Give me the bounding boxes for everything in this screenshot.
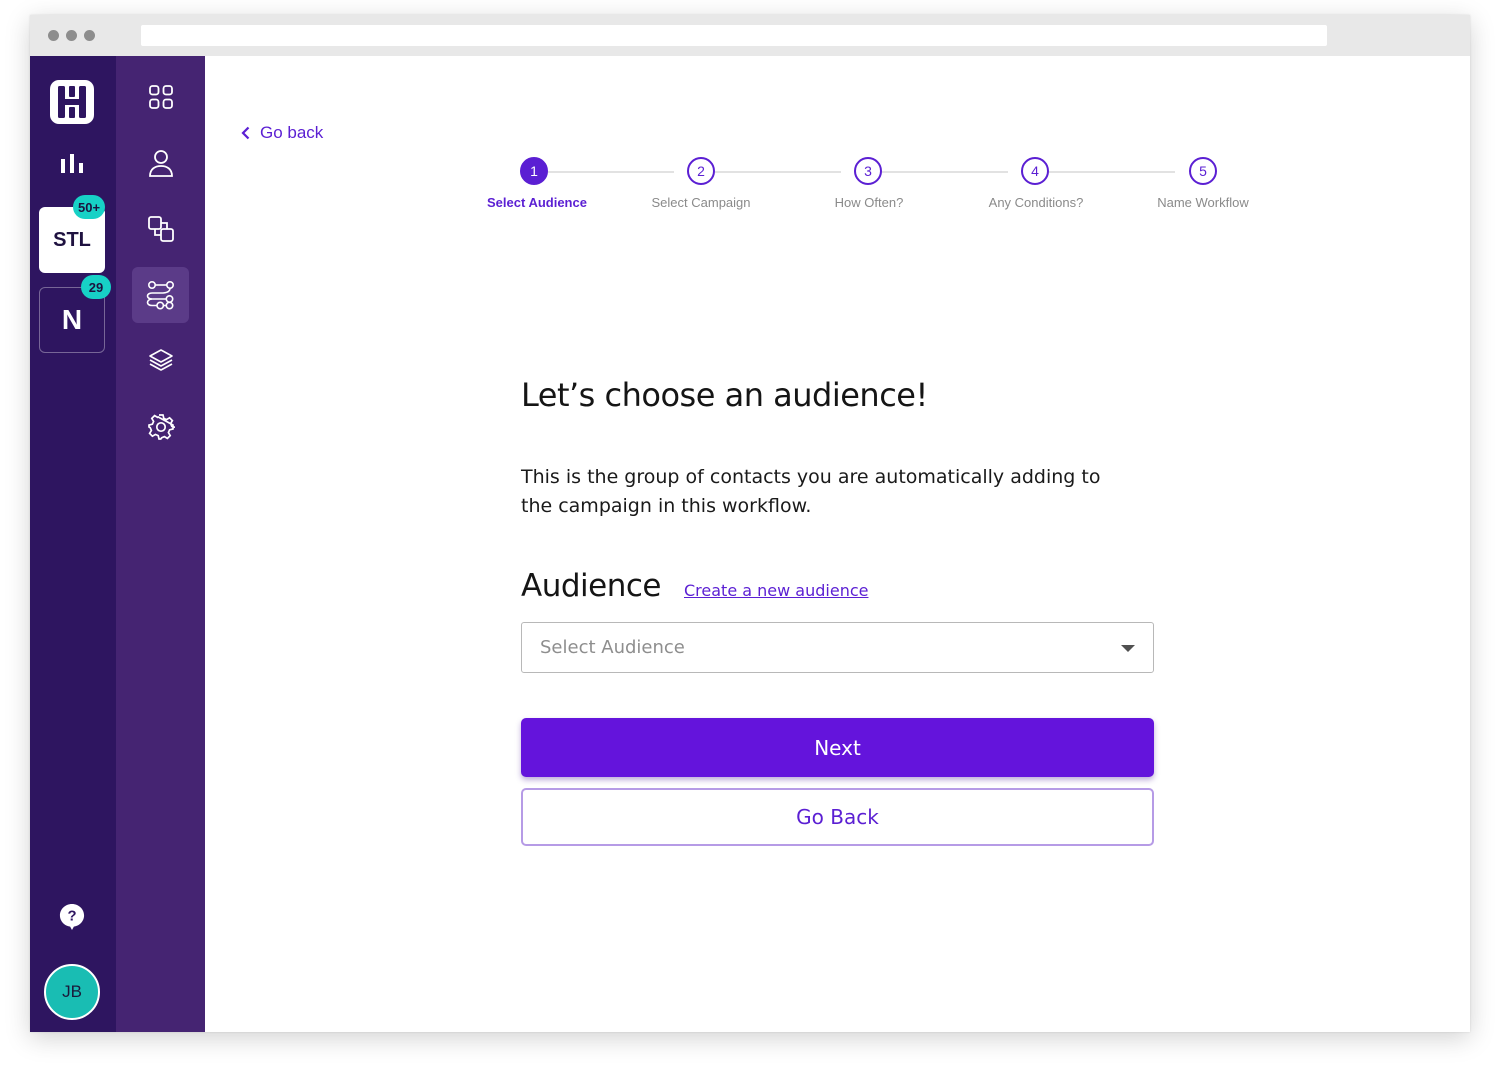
page-title: Let’s choose an audience! xyxy=(521,376,928,414)
layers-icon[interactable] xyxy=(132,333,189,389)
create-audience-link[interactable]: Create a new audience xyxy=(684,581,868,600)
step-2-label: Select Campaign xyxy=(651,195,751,210)
notification-badge: 50+ xyxy=(73,195,106,219)
secondary-nav xyxy=(116,56,205,1032)
step-2-circle[interactable]: 2 xyxy=(687,157,715,185)
step-3-label: How Often? xyxy=(834,195,904,210)
gear-icon[interactable] xyxy=(132,399,189,455)
address-bar[interactable] xyxy=(141,25,1327,46)
hive-logo-icon[interactable] xyxy=(48,78,96,126)
next-button[interactable]: Next xyxy=(521,718,1154,777)
user-avatar[interactable]: JB xyxy=(44,964,100,1020)
step-5-label: Name Workflow xyxy=(1157,195,1249,210)
step-1-label: Select Audience xyxy=(487,195,587,210)
user-icon[interactable] xyxy=(132,135,189,191)
notification-badge: 29 xyxy=(81,275,111,299)
step-5-circle[interactable]: 5 xyxy=(1189,157,1217,185)
main-content: Go back 1 2 3 4 5 Select Audience Select… xyxy=(205,56,1470,1032)
select-placeholder: Select Audience xyxy=(540,637,685,658)
step-4-label: Any Conditions? xyxy=(988,195,1084,210)
page-description: This is the group of contacts you are au… xyxy=(521,466,1101,517)
workflow-icon[interactable] xyxy=(132,267,189,323)
workspace-label: N xyxy=(61,304,83,335)
window-minimize-dot[interactable] xyxy=(66,30,77,41)
audience-select[interactable]: Select Audience xyxy=(521,622,1154,673)
audience-label: Audience xyxy=(521,568,661,604)
window-close-dot[interactable] xyxy=(48,30,59,41)
chevron-left-icon xyxy=(241,126,250,140)
window-maximize-dot[interactable] xyxy=(84,30,95,41)
shapes-icon[interactable] xyxy=(132,201,189,257)
grid-icon[interactable] xyxy=(132,69,189,125)
browser-window: STL 50+ N 29 ? JB Go back 1 2 3 4 5 Sele… xyxy=(30,15,1470,1032)
question-icon[interactable]: ? xyxy=(59,904,85,930)
go-back-label: Go back xyxy=(260,123,324,142)
avatar-initials: JB xyxy=(62,982,82,1001)
svg-text:?: ? xyxy=(67,909,76,925)
step-4-circle[interactable]: 4 xyxy=(1021,157,1049,185)
go-back-link[interactable]: Go back xyxy=(241,123,323,143)
step-3-circle[interactable]: 3 xyxy=(854,157,882,185)
go-back-button[interactable]: Go Back xyxy=(521,788,1154,846)
bar-chart-icon[interactable] xyxy=(59,151,85,177)
caret-down-icon xyxy=(1121,645,1135,652)
workspace-label: STL xyxy=(53,228,91,251)
step-1-circle[interactable]: 1 xyxy=(520,157,548,185)
primary-rail: STL 50+ N 29 ? JB xyxy=(30,56,116,1032)
browser-titlebar xyxy=(30,15,1470,56)
